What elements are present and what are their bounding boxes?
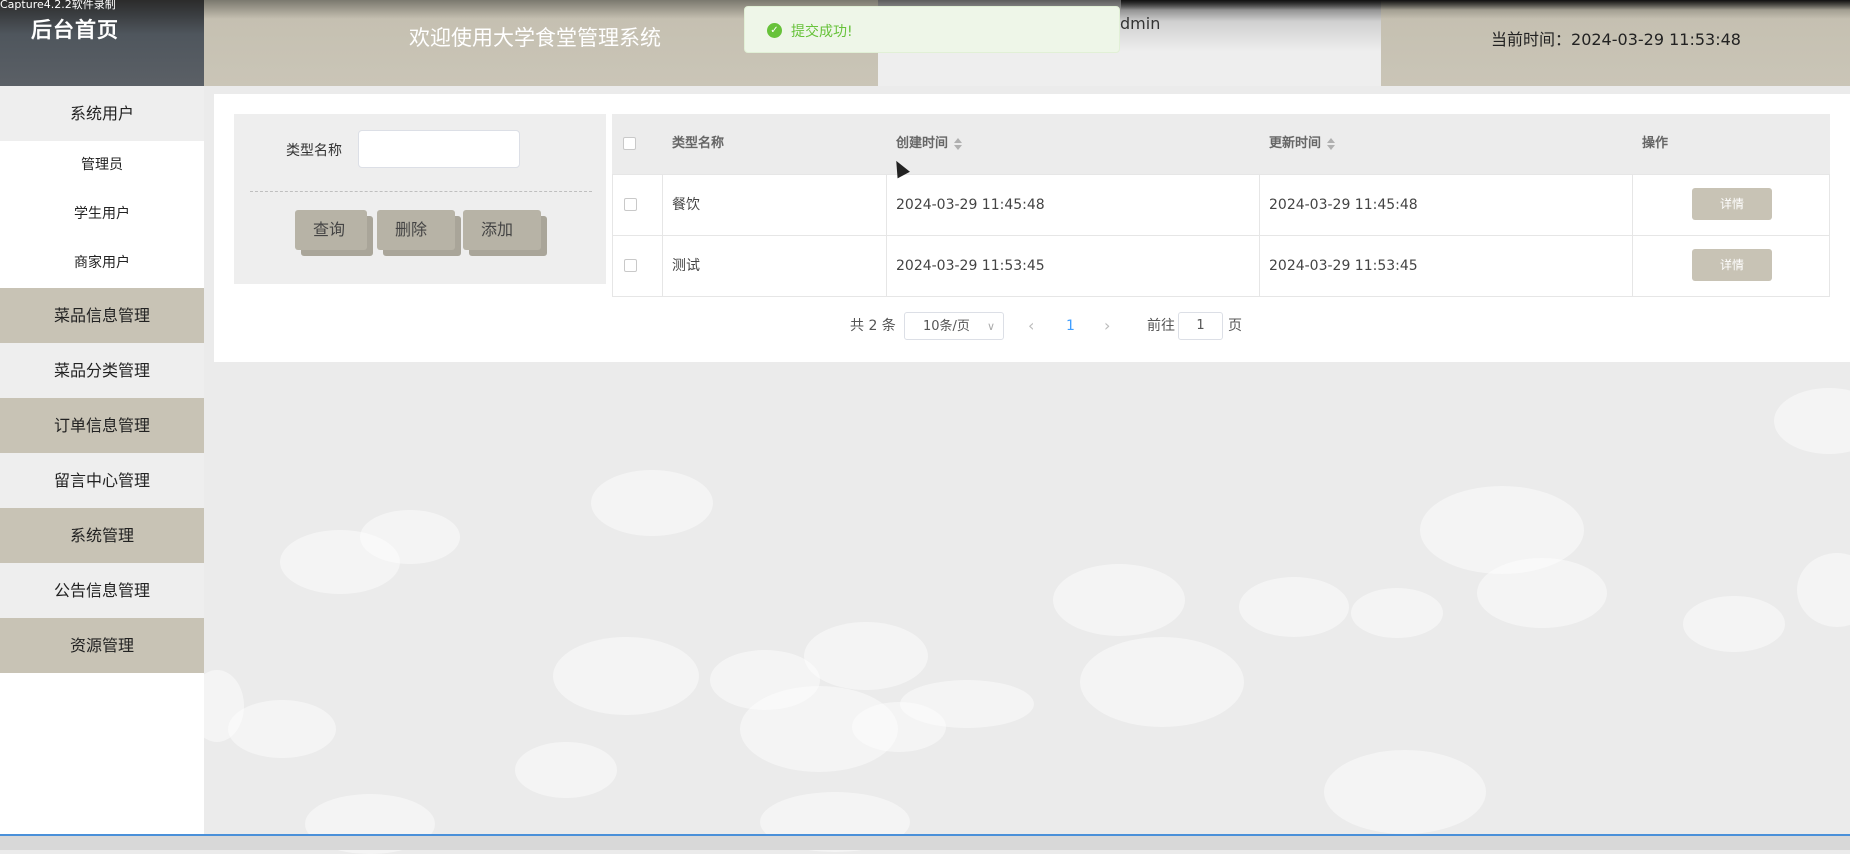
top-shadow (1121, 0, 1850, 10)
chevron-down-icon: ∨ (986, 320, 995, 333)
sidebar-item-order-info[interactable]: 订单信息管理 (0, 398, 204, 453)
add-button[interactable]: 添加 (463, 210, 541, 250)
table-header: 类型名称 创建时间 更新时间 操作 (612, 114, 1830, 175)
cell-created-time: 2024-03-29 11:45:48 (896, 197, 1045, 213)
column-header-actions: 操作 (1642, 136, 1669, 151)
cell-created-time: 2024-03-29 11:53:45 (896, 258, 1045, 274)
cell-divider (1259, 236, 1260, 296)
sidebar-item-resources[interactable]: 资源管理 (0, 618, 204, 673)
cell-category-name: 测试 (672, 258, 700, 274)
cell-updated-time: 2024-03-29 11:45:48 (1269, 197, 1418, 213)
sidebar-item-dish-category[interactable]: 菜品分类管理 (0, 343, 204, 398)
brand-area: Capture4.2.2软件录制 后台首页 (0, 0, 204, 86)
detail-button[interactable]: 详情 (1692, 249, 1772, 281)
cell-divider (662, 175, 663, 235)
current-time-label: 当前时间： (1491, 30, 1572, 49)
pagination-total: 共 2 条 (850, 318, 896, 334)
cell-divider (1259, 175, 1260, 235)
header-time-area: 当前时间：2024-03-29 11:53:48 (1381, 0, 1850, 86)
sidebar-item-system-users[interactable]: 系统用户 (0, 86, 204, 141)
page-number[interactable]: 1 (1066, 312, 1075, 340)
sidebar-item-dish-info[interactable]: 菜品信息管理 (0, 288, 204, 343)
sidebar-item-system-management[interactable]: 系统管理 (0, 508, 204, 563)
row-checkbox[interactable] (624, 198, 637, 211)
table-row: 测试 2024-03-29 11:53:45 2024-03-29 11:53:… (612, 236, 1830, 297)
sort-icon[interactable] (1327, 137, 1336, 150)
category-table: 类型名称 创建时间 更新时间 操作 餐饮 2024-03-29 11:45:48… (612, 114, 1830, 297)
cell-divider (1632, 175, 1633, 235)
cell-divider (886, 175, 887, 235)
delete-button[interactable]: 删除 (377, 210, 455, 250)
sidebar: 系统用户 管理员 学生用户 商家用户 菜品信息管理 菜品分类管理 订单信息管理 … (0, 86, 204, 834)
content-panel: 类型名称 查询 删除 添加 类型名称 创建时间 更新时间 操作 餐饮 2024-… (214, 94, 1850, 362)
column-header-name: 类型名称 (672, 136, 725, 151)
success-toast: ✓ 提交成功! (744, 6, 1120, 53)
username[interactable]: dmin (1120, 14, 1160, 33)
prev-page-icon[interactable]: ‹ (1028, 312, 1034, 340)
cell-divider (662, 236, 663, 296)
row-checkbox[interactable] (624, 259, 637, 272)
cell-divider (886, 236, 887, 296)
sidebar-subitem-student-users[interactable]: 学生用户 (0, 190, 204, 239)
column-header-updated-label: 更新时间 (1269, 136, 1322, 151)
cell-category-name: 餐饮 (672, 197, 700, 213)
goto-page-input[interactable] (1178, 312, 1223, 340)
recorder-watermark: Capture4.2.2软件录制 (0, 0, 116, 11)
cell-updated-time: 2024-03-29 11:53:45 (1269, 258, 1418, 274)
sort-icon[interactable] (954, 137, 963, 150)
check-circle-icon: ✓ (767, 23, 782, 38)
search-divider (250, 191, 592, 192)
current-time-value: 2024-03-29 11:53:48 (1571, 30, 1741, 49)
column-header-created-label: 创建时间 (896, 136, 949, 151)
page-size-select[interactable]: 10条/页 ∨ (904, 312, 1004, 340)
sidebar-item-message-center[interactable]: 留言中心管理 (0, 453, 204, 508)
page-unit-label: 页 (1228, 318, 1242, 334)
next-page-icon[interactable]: › (1104, 312, 1110, 340)
brand-title[interactable]: 后台首页 (31, 14, 119, 44)
page-size-value: 10条/页 (923, 319, 970, 334)
select-all-checkbox[interactable] (623, 137, 636, 150)
search-form: 类型名称 查询 删除 添加 (234, 114, 606, 284)
sidebar-subitem-admin[interactable]: 管理员 (0, 141, 204, 190)
cell-divider (1632, 236, 1633, 296)
category-name-label: 类型名称 (286, 143, 342, 159)
detail-button[interactable]: 详情 (1692, 188, 1772, 220)
table-row: 餐饮 2024-03-29 11:45:48 2024-03-29 11:45:… (612, 175, 1830, 236)
toast-message: 提交成功! (791, 24, 853, 40)
column-header-updated[interactable]: 更新时间 (1269, 114, 1336, 174)
goto-label: 前往 (1147, 318, 1175, 334)
category-name-input[interactable] (358, 130, 520, 168)
sidebar-item-announcements[interactable]: 公告信息管理 (0, 563, 204, 618)
sidebar-subitem-merchant-users[interactable]: 商家用户 (0, 239, 204, 288)
current-time: 当前时间：2024-03-29 11:53:48 (1491, 26, 1741, 50)
query-button[interactable]: 查询 (295, 210, 367, 250)
welcome-title: 欢迎使用大学食堂管理系统 (409, 26, 661, 50)
